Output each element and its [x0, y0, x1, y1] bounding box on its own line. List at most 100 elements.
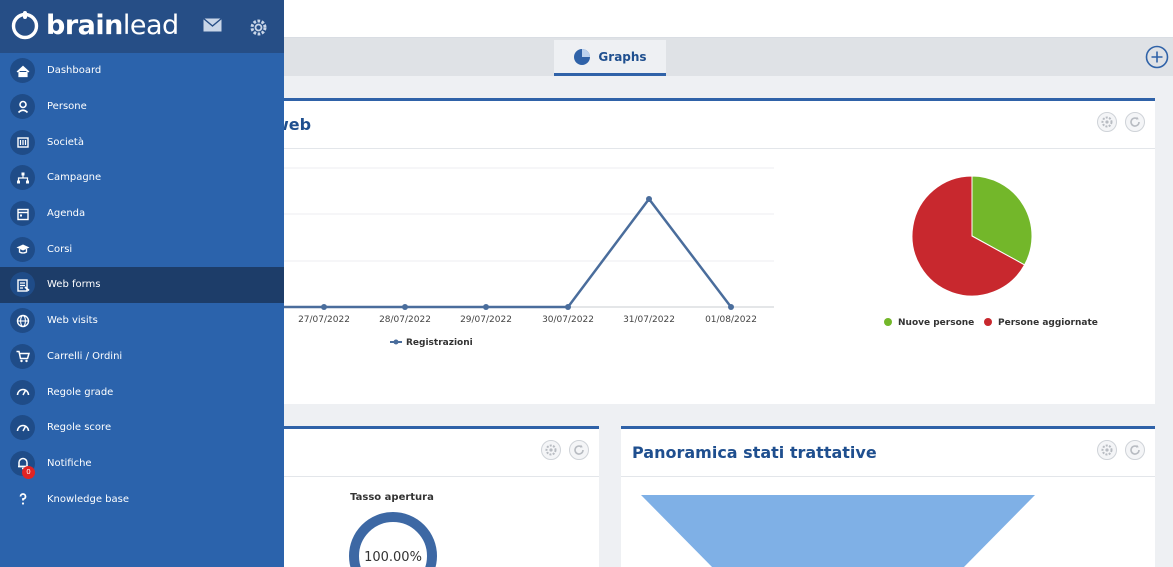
globe-icon	[10, 308, 35, 334]
card-title: Panoramica stati trattative	[632, 443, 877, 462]
legend-label: Nuove persone	[898, 318, 974, 328]
sidebar-item-regole-grade[interactable]: Regole grade	[0, 374, 284, 410]
gear-icon	[1101, 116, 1113, 128]
refresh-button[interactable]	[1125, 440, 1145, 460]
x-tick-label: 31/07/2022	[623, 315, 675, 325]
sidebar-item-label: Dashboard	[47, 65, 102, 77]
envelope-icon	[203, 17, 222, 32]
cart-icon	[10, 343, 35, 369]
refresh-icon	[1130, 116, 1140, 127]
data-point[interactable]	[402, 304, 408, 310]
sidebar-item-label: Carrelli / Ordini	[47, 350, 123, 362]
card-actions	[1097, 440, 1145, 460]
sidebar-item-label: Web forms	[47, 279, 101, 291]
data-point[interactable]	[483, 304, 489, 310]
card-header: Panoramica stati trattative	[621, 429, 1155, 477]
email-stats-card: Tasso apertura 100.00%	[284, 426, 599, 567]
tab-graphs-label: Graphs	[598, 49, 647, 64]
sidebar-item-label: Campagne	[47, 172, 102, 184]
sidebar-item-label: Corsi	[47, 243, 73, 255]
logo-mark-icon	[11, 11, 39, 40]
settings-button[interactable]	[1097, 440, 1117, 460]
x-tick-label: 01/08/2022	[705, 315, 757, 325]
pie-chart-icon	[574, 48, 591, 65]
tab-graphs[interactable]: Graphs	[554, 40, 666, 76]
sidebar-nav: Dashboard Persone Società Campagne Agenda Cor…	[0, 53, 284, 517]
sidebar-item-persone[interactable]: Persone	[0, 89, 284, 125]
deals-status-card: Panoramica stati trattative	[621, 426, 1155, 567]
sidebar: brainlead Dashboard Persone Società Campagn…	[0, 0, 284, 567]
brand-name: brainlead	[46, 9, 179, 41]
sidebar-item-label: Regole score	[47, 422, 112, 434]
data-point[interactable]	[646, 196, 652, 202]
refresh-button[interactable]	[1125, 112, 1145, 132]
notification-count-badge: 0	[22, 465, 35, 479]
sidebar-item-dashboard[interactable]: Dashboard	[0, 53, 284, 89]
card-actions	[1097, 112, 1145, 132]
settings-button[interactable]	[1097, 112, 1117, 132]
refresh-button[interactable]	[569, 440, 589, 460]
sidebar-item-carrelli-ordini[interactable]: Carrelli / Ordini	[0, 339, 284, 375]
tab-strip: Graphs	[284, 38, 1173, 76]
data-point[interactable]	[321, 304, 327, 310]
x-tick-label: 27/07/2022	[298, 315, 350, 325]
registrations-line-chart: 27/07/2022 28/07/2022 29/07/2022 30/07/2022…	[284, 167, 774, 348]
sidebar-item-notifiche[interactable]: Notifiche 0	[0, 446, 284, 482]
refresh-icon	[574, 444, 584, 455]
legend-item[interactable]: Persone aggiornate	[984, 318, 1098, 328]
form-icon	[10, 272, 35, 298]
gear-icon	[545, 444, 557, 456]
sidebar-item-label: Knowledge base	[47, 493, 129, 505]
legend-item[interactable]: Nuove persone	[884, 318, 974, 328]
plus-circle-icon	[1145, 45, 1169, 69]
card-header	[284, 429, 599, 477]
gear-icon	[1101, 444, 1113, 456]
data-point[interactable]	[728, 304, 734, 310]
person-icon	[10, 94, 35, 120]
sidebar-item-regole-score[interactable]: Regole score	[0, 410, 284, 446]
settings-button[interactable]	[250, 19, 267, 40]
sidebar-item-knowledge-base[interactable]: Knowledge base	[0, 481, 284, 517]
sidebar-item-label: Regole grade	[47, 386, 114, 398]
building-icon	[10, 129, 35, 155]
calendar-icon	[10, 201, 35, 227]
sidebar-item-web-forms[interactable]: Web forms	[0, 267, 284, 303]
sidebar-item-label: Agenda	[47, 208, 86, 220]
legend-swatch	[884, 318, 892, 326]
data-point[interactable]	[565, 304, 571, 310]
sitemap-icon	[10, 165, 35, 191]
sidebar-item-societ[interactable]: Società	[0, 124, 284, 160]
x-tick-label: 29/07/2022	[460, 315, 512, 325]
settings-button[interactable]	[541, 440, 561, 460]
legend-registrations[interactable]: Registrazioni	[390, 338, 473, 348]
gauge-icon	[10, 379, 35, 405]
gear-icon	[250, 19, 267, 36]
question-icon	[10, 487, 35, 512]
gauge-icon	[10, 415, 35, 441]
sidebar-item-label: Notifiche	[47, 457, 92, 469]
messages-button[interactable]	[203, 17, 222, 36]
people-pie-chart: Nuove persone Persone aggiornate	[884, 175, 1098, 328]
graduation-cap-icon	[10, 236, 35, 262]
open-rate-ring: 100.00%	[349, 512, 437, 567]
add-widget-button[interactable]	[1145, 45, 1169, 69]
sidebar-item-corsi[interactable]: Corsi	[0, 231, 284, 267]
open-rate-title: Tasso apertura	[350, 492, 434, 503]
sidebar-item-label: Persone	[47, 101, 87, 113]
x-tick-label: 30/07/2022	[542, 315, 594, 325]
legend-label: Registrazioni	[406, 338, 473, 348]
open-rate-value: 100.00%	[364, 550, 422, 565]
legend-label: Persone aggiornate	[998, 318, 1098, 328]
sidebar-item-campagne[interactable]: Campagne	[0, 160, 284, 196]
x-tick-label: 28/07/2022	[379, 315, 431, 325]
funnel-stage	[641, 495, 1035, 567]
sidebar-item-label: Web visits	[47, 315, 98, 327]
sidebar-item-agenda[interactable]: Agenda	[0, 196, 284, 232]
refresh-icon	[1130, 444, 1140, 455]
sidebar-item-web-visits[interactable]: Web visits	[0, 303, 284, 339]
deals-funnel	[641, 495, 1035, 567]
brand-bar: brainlead	[0, 0, 284, 53]
legend-swatch	[984, 318, 992, 326]
brainlead-logo[interactable]: brainlead	[10, 10, 179, 40]
series-line	[284, 196, 732, 309]
